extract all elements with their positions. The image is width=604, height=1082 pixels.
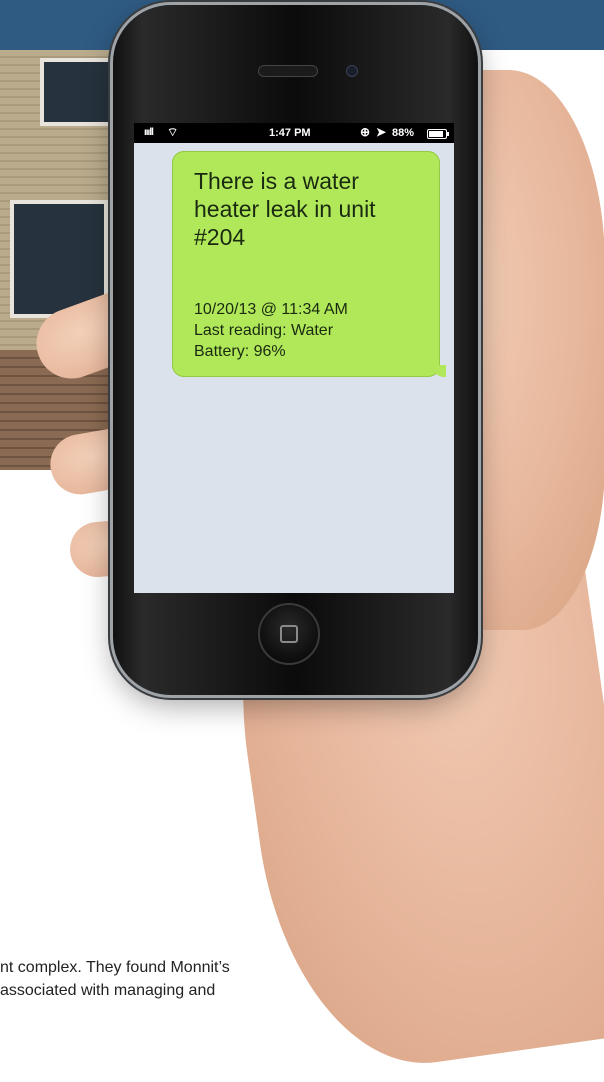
article-line: associated with managing and <box>0 982 216 999</box>
message-bubble[interactable]: There is a water heater leak in unit #20… <box>172 151 446 377</box>
article-line: nt complex. They found Monnit’s <box>0 959 230 976</box>
message-datetime: 10/20/13 @ 11:34 AM <box>194 301 348 318</box>
message-battery: Battery: 96% <box>194 343 286 360</box>
battery-icon <box>427 129 449 139</box>
home-square-icon <box>280 625 298 643</box>
wifi-icon: ⌔ <box>167 125 179 139</box>
status-bar: ıııll ⌔ 1:47 PM ⊕ ➤ 88% <box>134 123 454 143</box>
rotation-lock-icon: ⊕ <box>360 125 371 139</box>
status-time: 1:47 PM <box>269 127 311 139</box>
home-button[interactable] <box>258 603 320 665</box>
speaker-grille <box>258 65 318 77</box>
message-text: There is a water heater leak in unit #20… <box>194 168 376 250</box>
article-text: nt complex. They found Monnit’s associat… <box>0 956 604 1002</box>
message-meta: 10/20/13 @ 11:34 AM Last reading: Water … <box>194 299 434 362</box>
location-arrow-icon: ➤ <box>376 125 387 139</box>
smartphone: ıııll ⌔ 1:47 PM ⊕ ➤ 88% There is a water… <box>113 5 478 695</box>
phone-screen: ıııll ⌔ 1:47 PM ⊕ ➤ 88% There is a water… <box>134 123 454 593</box>
battery-percent: 88% <box>392 127 415 139</box>
front-camera <box>346 65 358 77</box>
message-reading: Last reading: Water <box>194 322 334 339</box>
signal-icon: ıııll <box>144 127 154 138</box>
